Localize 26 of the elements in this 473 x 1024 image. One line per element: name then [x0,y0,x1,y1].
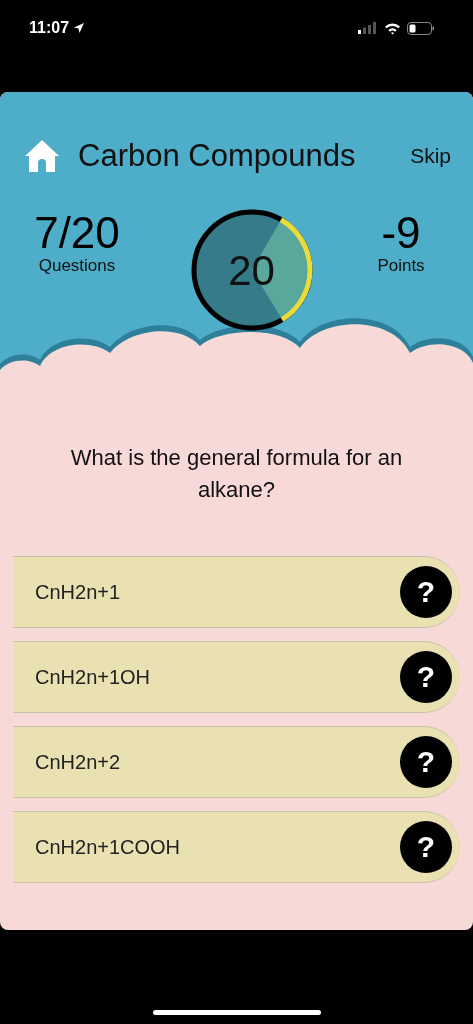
question-text: What is the general formula for an alkane? [69,444,404,504]
questions-label: Questions [38,256,116,276]
points-label: Points [377,256,425,276]
answer-option[interactable]: CnH2n+1 ? [13,556,460,628]
answer-text: CnH2n+2 [35,750,121,774]
battery-icon [407,21,435,35]
status-time: 11:07 [29,19,70,37]
signal-icon [358,22,378,34]
timer-value: 20 [227,248,276,294]
skip-button[interactable]: Skip [410,144,451,168]
wifi-icon [384,21,401,35]
answer-option[interactable]: CnH2n+1OH ? [13,641,460,713]
answer-option[interactable]: CnH2n+1COOH ? [13,811,460,883]
home-icon[interactable] [24,139,60,173]
answer-text: CnH2n+1 [35,580,121,604]
hint-button[interactable]: ? [400,821,452,873]
hint-button[interactable]: ? [400,566,452,618]
questions-count: 7/20 [34,210,120,256]
points-value: -9 [381,210,421,256]
location-arrow-icon [73,22,86,34]
answer-text: CnH2n+1COOH [35,835,181,859]
hint-button[interactable]: ? [400,651,452,703]
answer-text: CnH2n+1OH [35,665,151,689]
answer-option[interactable]: CnH2n+2 ? [13,726,460,798]
hint-button[interactable]: ? [400,736,452,788]
quiz-title: Carbon Compounds [78,138,357,174]
